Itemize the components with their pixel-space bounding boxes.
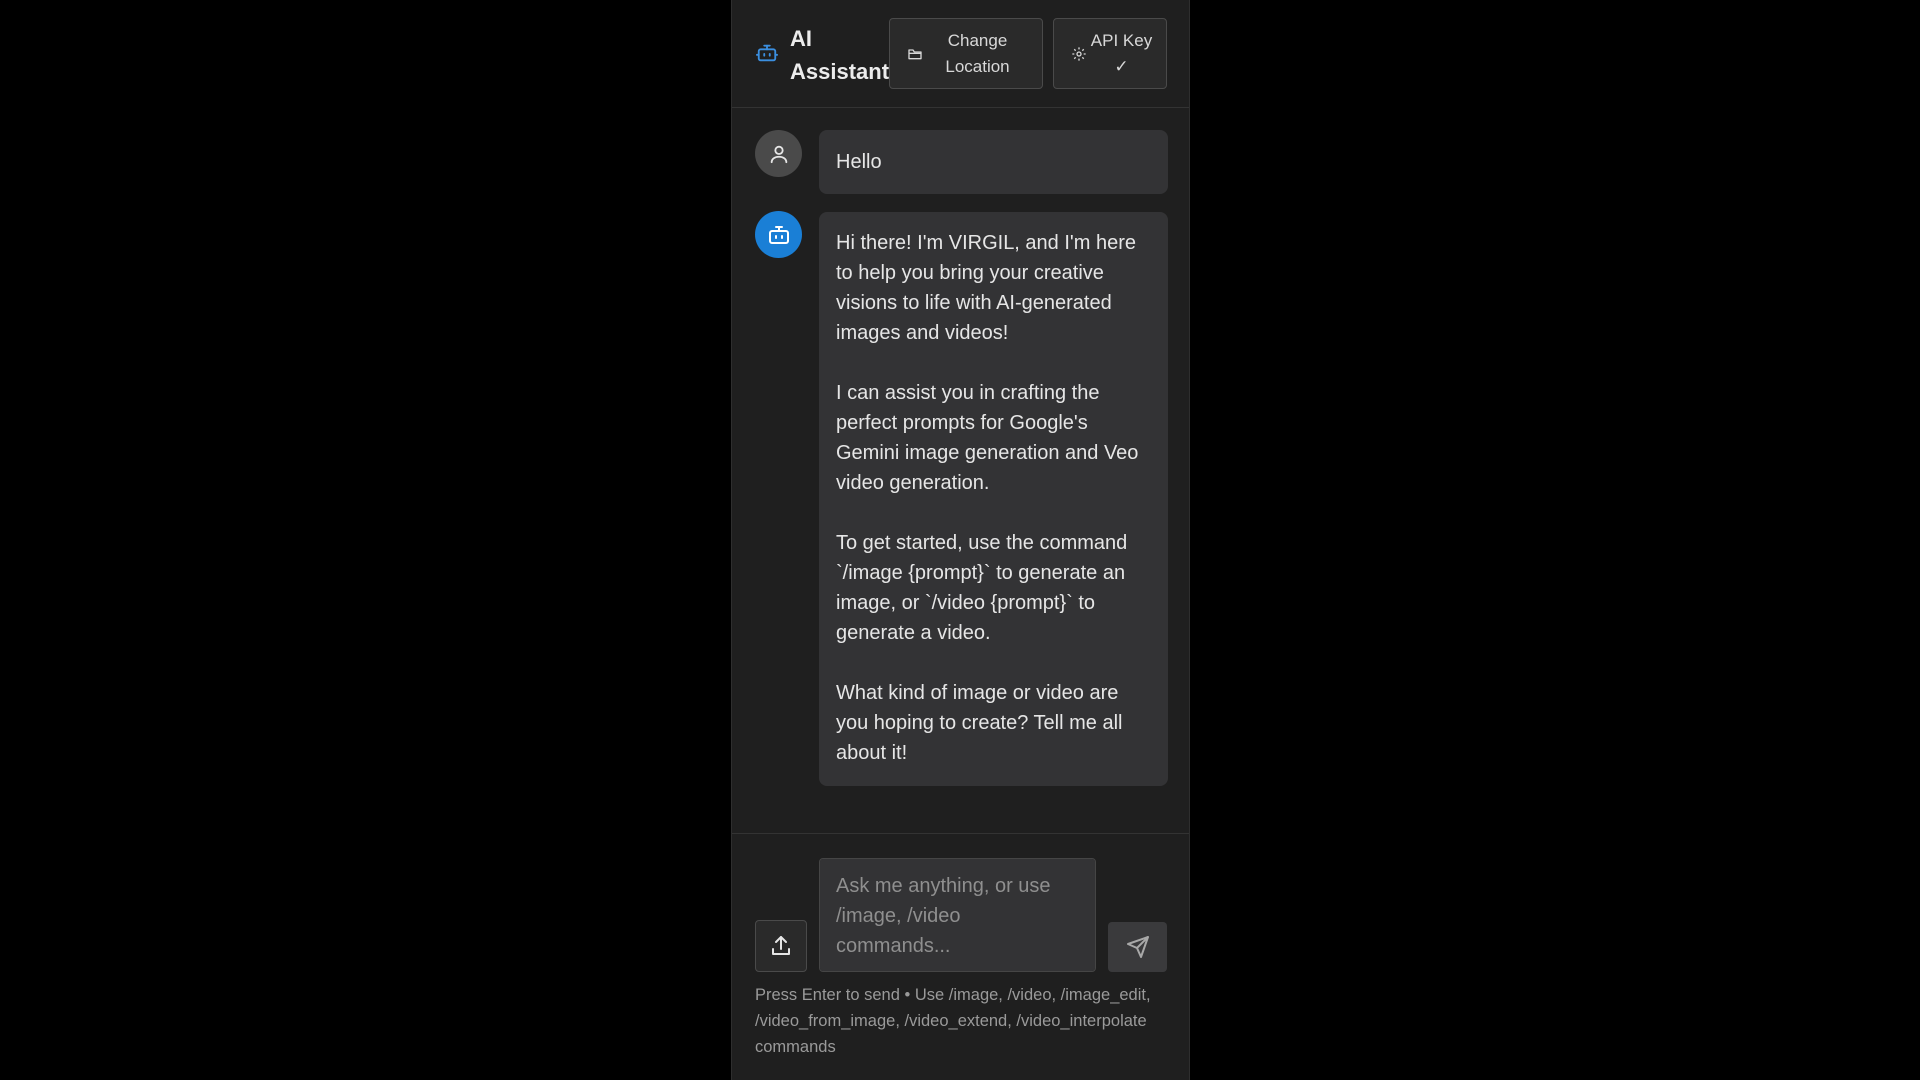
change-location-label: Change Location (945, 30, 1010, 76)
send-icon (1126, 936, 1149, 958)
app-header: AI Assistant Change Location API Key ✓ (732, 0, 1189, 108)
user-message: Hello (819, 130, 1168, 194)
folder-icon (908, 48, 922, 59)
robot-icon (756, 44, 778, 62)
assistant-message: Hi there! I'm VIRGIL, and I'm here to he… (819, 212, 1168, 786)
assistant-paragraph: What kind of image or video are you hopi… (836, 682, 1123, 764)
change-location-button[interactable]: Change Location (889, 18, 1043, 89)
api-key-button[interactable]: API Key ✓ (1053, 18, 1167, 89)
chat-panel: AI Assistant Change Location API Key ✓ H… (731, 0, 1190, 1080)
gear-icon (1072, 46, 1086, 61)
send-button[interactable] (1108, 922, 1167, 972)
assistant-paragraph: To get started, use the command `/image … (836, 532, 1128, 644)
message-input[interactable] (819, 858, 1096, 972)
user-icon (770, 145, 787, 163)
robot-icon (768, 225, 789, 244)
user-avatar (755, 130, 802, 177)
assistant-avatar (755, 211, 802, 258)
composer-hint: Press Enter to send • Use /image, /video… (755, 986, 1151, 1056)
upload-button[interactable] (755, 920, 807, 972)
app-title: AI Assistant (790, 26, 890, 84)
composer: Press Enter to send • Use /image, /video… (732, 833, 1189, 1080)
assistant-paragraph: Hi there! I'm VIRGIL, and I'm here to he… (836, 232, 1136, 344)
assistant-paragraph: I can assist you in crafting the perfect… (836, 382, 1139, 494)
upload-icon (772, 936, 790, 955)
user-message-text: Hello (836, 151, 882, 173)
api-key-label: API Key ✓ (1090, 30, 1153, 76)
